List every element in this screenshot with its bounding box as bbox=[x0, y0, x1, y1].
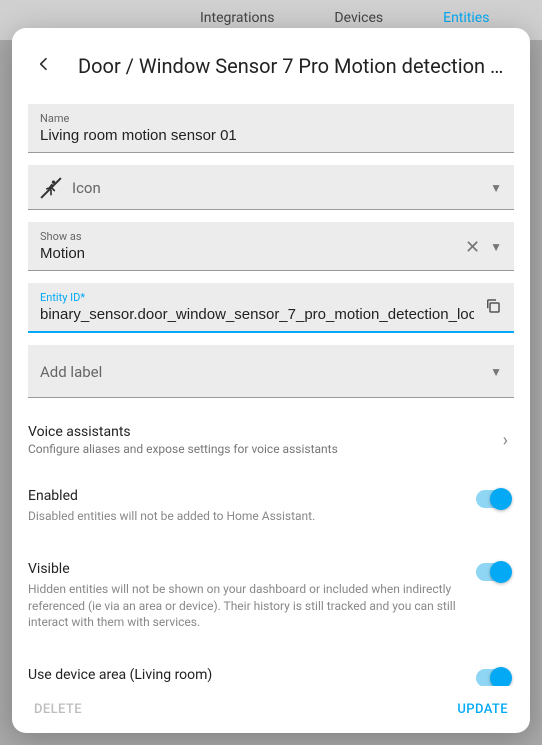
visible-desc: Hidden entities will not be shown on you… bbox=[28, 581, 464, 631]
entity-settings-dialog: Door / Window Sensor 7 Pro Motion detect… bbox=[12, 28, 530, 733]
showas-input[interactable] bbox=[40, 243, 455, 264]
chevron-right-icon: › bbox=[503, 430, 508, 451]
name-input[interactable] bbox=[40, 125, 502, 146]
voice-title: Voice assistants bbox=[28, 424, 503, 440]
showas-label: Show as bbox=[40, 230, 455, 243]
entityid-label: Entity ID* bbox=[40, 291, 474, 304]
visible-row: Visible Hidden entities will not be show… bbox=[28, 543, 514, 649]
clear-showas-button[interactable]: ✕ bbox=[465, 237, 480, 258]
motion-off-icon bbox=[40, 177, 62, 199]
tab-integrations[interactable]: Integrations bbox=[200, 10, 274, 26]
name-label: Name bbox=[40, 112, 502, 125]
chevron-down-icon[interactable]: ▼ bbox=[490, 365, 502, 379]
chevron-down-icon[interactable]: ▼ bbox=[490, 181, 502, 195]
use-area-title: Use device area (Living room) bbox=[28, 667, 464, 683]
copy-button[interactable] bbox=[484, 297, 502, 319]
tab-entities[interactable]: Entities bbox=[443, 10, 489, 26]
use-area-toggle[interactable] bbox=[476, 669, 510, 686]
enabled-desc: Disabled entities will not be added to H… bbox=[28, 508, 464, 525]
copy-icon bbox=[484, 297, 502, 315]
showas-field[interactable]: Show as ✕ ▼ bbox=[28, 222, 514, 271]
enabled-toggle[interactable] bbox=[476, 490, 510, 508]
enabled-title: Enabled bbox=[28, 488, 464, 504]
dialog-title: Door / Window Sensor 7 Pro Motion detect… bbox=[78, 54, 510, 78]
label-placeholder: Add label bbox=[40, 353, 480, 391]
dialog-footer: DELETE UPDATE bbox=[12, 686, 530, 733]
delete-button[interactable]: DELETE bbox=[34, 702, 82, 717]
visible-title: Visible bbox=[28, 561, 464, 577]
dialog-header: Door / Window Sensor 7 Pro Motion detect… bbox=[12, 28, 530, 104]
update-button[interactable]: UPDATE bbox=[457, 702, 508, 717]
entityid-input[interactable] bbox=[40, 304, 474, 325]
entityid-field[interactable]: Entity ID* bbox=[28, 283, 514, 333]
back-button[interactable] bbox=[24, 46, 64, 86]
label-field[interactable]: Add label ▼ bbox=[28, 345, 514, 398]
voice-assistants-row[interactable]: Voice assistants Configure aliases and e… bbox=[28, 410, 514, 470]
enabled-row: Enabled Disabled entities will not be ad… bbox=[28, 470, 514, 543]
icon-field[interactable]: Icon ▼ bbox=[28, 165, 514, 210]
use-area-row: Use device area (Living room) You can ch… bbox=[28, 649, 514, 686]
icon-placeholder: Icon bbox=[72, 173, 480, 203]
name-field[interactable]: Name bbox=[28, 104, 514, 153]
dialog-body: Name Icon ▼ Show as ✕ ▼ bbox=[12, 104, 530, 686]
voice-desc: Configure aliases and expose settings fo… bbox=[28, 442, 503, 456]
chevron-down-icon[interactable]: ▼ bbox=[490, 240, 502, 254]
visible-toggle[interactable] bbox=[476, 563, 510, 581]
chevron-left-icon bbox=[36, 56, 52, 72]
tab-devices[interactable]: Devices bbox=[334, 10, 383, 26]
